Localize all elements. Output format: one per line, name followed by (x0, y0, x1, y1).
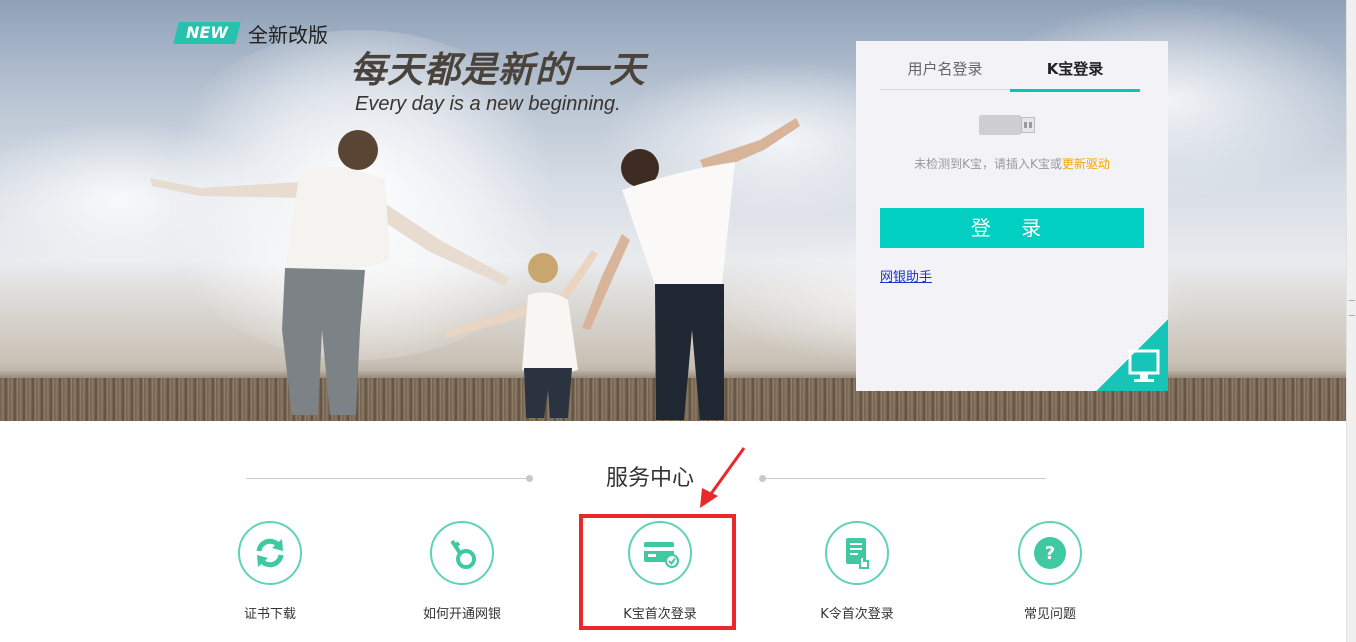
girl-figure (443, 250, 598, 418)
annotation-arrow (700, 447, 746, 508)
service-label: 证书下载 (243, 607, 296, 622)
refresh-icon (238, 521, 302, 585)
hero-banner: NEW 全新改版 每天都是新的一天 Every day is a new beg… (0, 0, 1346, 421)
badge-caption: 全新改版 (248, 23, 328, 47)
man-figure (582, 118, 800, 420)
login-panel: 用户名登录 K宝登录 未检测到K宝，请插入K宝或更新驱动 登 录 网银助手 (856, 41, 1168, 391)
bank-assistant-link[interactable]: 网银助手 (880, 266, 932, 285)
divider-dot (526, 475, 533, 482)
page-scrollbar[interactable] (1346, 0, 1356, 642)
svg-text:?: ? (1045, 543, 1055, 564)
switch-login-corner[interactable] (1096, 319, 1168, 391)
slogan-english: Every day is a new beginning. (355, 93, 621, 115)
service-item-cert-download[interactable]: 证书下载 (190, 521, 350, 622)
token-document-icon (825, 521, 889, 585)
scrollbar-grip[interactable] (1349, 300, 1355, 316)
question-icon: ? (1018, 521, 1082, 585)
login-tabs: 用户名登录 K宝登录 (880, 58, 1140, 92)
annotation-highlight-box (579, 514, 736, 630)
kbao-notice: 未检测到K宝，请插入K宝或更新驱动 (856, 155, 1168, 172)
service-item-open-ebank[interactable]: 如何开通网银 (382, 521, 542, 622)
notice-text: 未检测到K宝，请插入K宝或 (914, 157, 1062, 171)
usb-key-icon (979, 115, 1037, 135)
tab-kbao-login[interactable]: K宝登录 (1010, 58, 1140, 92)
divider-line (764, 478, 1046, 479)
login-button[interactable]: 登 录 (880, 208, 1144, 248)
service-label: K令首次登录 (820, 607, 894, 622)
divider-line (246, 478, 528, 479)
update-driver-link[interactable]: 更新驱动 (1062, 157, 1110, 171)
monitor-icon (1128, 349, 1160, 382)
service-label: 如何开通网银 (422, 607, 501, 622)
tab-username-login[interactable]: 用户名登录 (880, 58, 1010, 90)
woman-figure (150, 130, 510, 415)
service-label: 常见问题 (1023, 607, 1076, 622)
service-item-faq[interactable]: ? 常见问题 (970, 521, 1130, 622)
new-badge: NEW (173, 22, 241, 44)
service-item-kling-first-login[interactable]: K令首次登录 (777, 521, 937, 622)
slogan-chinese: 每天都是新的一天 (350, 50, 647, 91)
key-icon (430, 521, 494, 585)
